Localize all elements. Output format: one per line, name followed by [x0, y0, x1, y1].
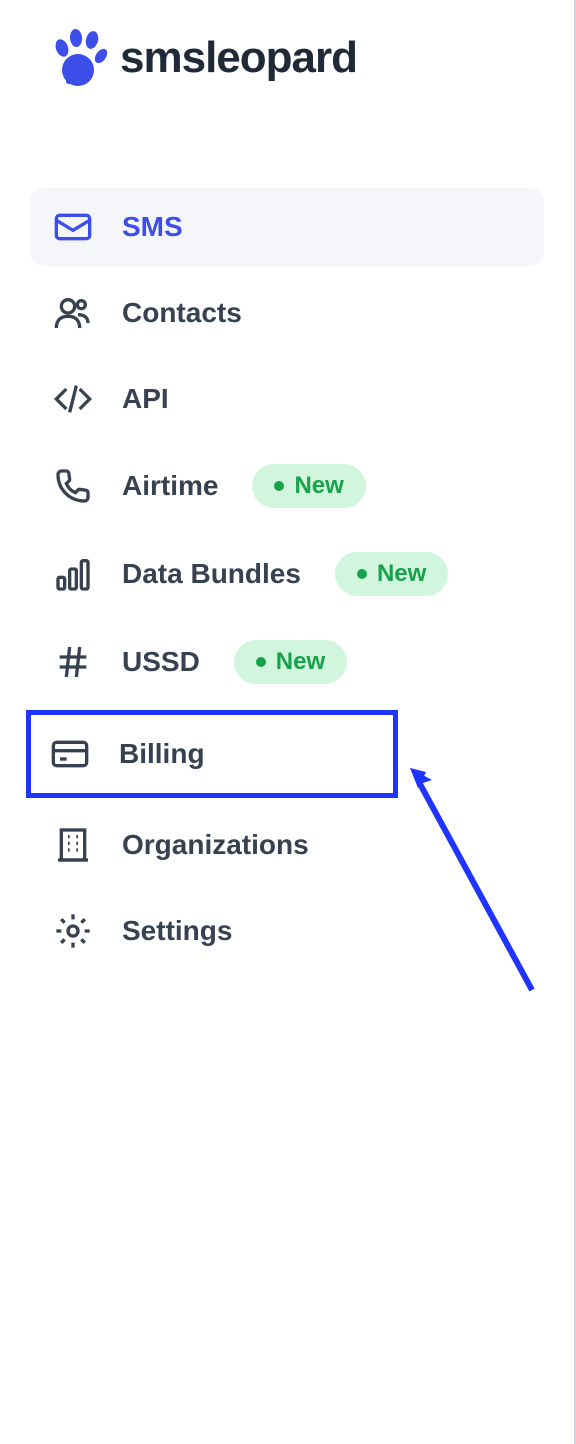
sidebar-item-organizations[interactable]: Organizations	[30, 806, 544, 884]
sidebar-nav: SMS Contacts API Airtime New	[30, 188, 544, 970]
sidebar-item-sms[interactable]: SMS	[30, 188, 544, 266]
badge-dot-icon	[357, 569, 367, 579]
sidebar-item-label: Billing	[119, 738, 205, 770]
credit-card-icon	[49, 733, 91, 775]
sidebar-item-label: Contacts	[122, 297, 242, 329]
users-icon	[52, 292, 94, 334]
new-badge: New	[234, 640, 347, 684]
badge-dot-icon	[274, 481, 284, 491]
badge-text: New	[377, 560, 426, 588]
sidebar-item-ussd[interactable]: USSD New	[30, 622, 544, 702]
sidebar-item-label: SMS	[122, 211, 183, 243]
sidebar-item-settings[interactable]: Settings	[30, 892, 544, 970]
brand-logo[interactable]: smsleopard	[30, 28, 544, 88]
gear-icon	[52, 910, 94, 952]
hash-icon	[52, 641, 94, 683]
sidebar-item-contacts[interactable]: Contacts	[30, 274, 544, 352]
sidebar-item-label: API	[122, 383, 169, 415]
sidebar-item-billing[interactable]: Billing	[26, 710, 398, 798]
sidebar-item-airtime[interactable]: Airtime New	[30, 446, 544, 526]
badge-text: New	[276, 648, 325, 676]
badge-text: New	[294, 472, 343, 500]
sidebar-item-label: Organizations	[122, 829, 309, 861]
sidebar-item-api[interactable]: API	[30, 360, 544, 438]
phone-icon	[52, 465, 94, 507]
sidebar-item-label: Data Bundles	[122, 558, 301, 590]
code-icon	[52, 378, 94, 420]
sidebar-item-label: Airtime	[122, 470, 218, 502]
new-badge: New	[252, 464, 365, 508]
envelope-icon	[52, 206, 94, 248]
new-badge: New	[335, 552, 448, 596]
sidebar-item-label: USSD	[122, 646, 200, 678]
paw-icon	[48, 28, 108, 88]
sidebar-item-label: Settings	[122, 915, 232, 947]
sidebar-item-data-bundles[interactable]: Data Bundles New	[30, 534, 544, 614]
brand-name: smsleopard	[120, 33, 357, 83]
badge-dot-icon	[256, 657, 266, 667]
bar-chart-icon	[52, 553, 94, 595]
building-icon	[52, 824, 94, 866]
